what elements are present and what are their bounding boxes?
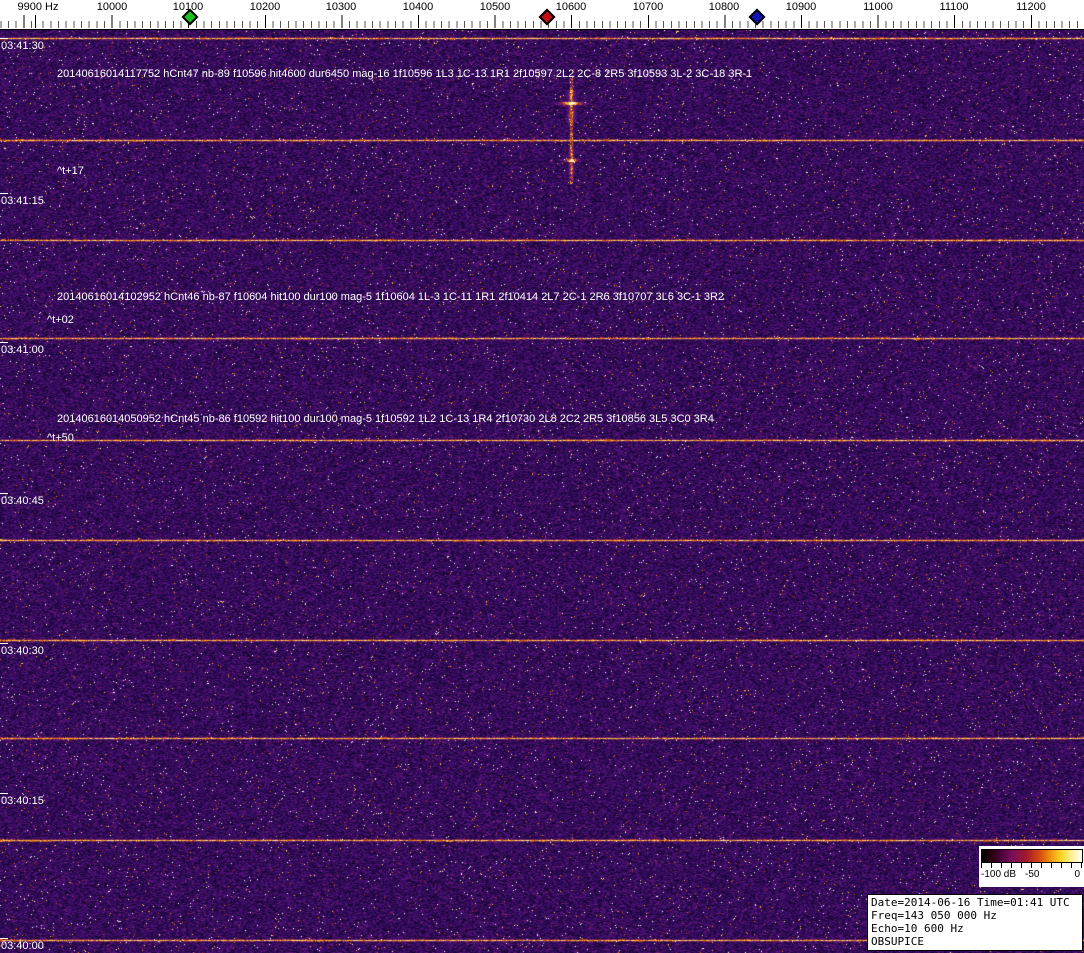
colorbar-label-mid: -50 — [1025, 869, 1040, 880]
info-frequency: Freq=143 050 000 Hz — [871, 909, 997, 922]
time-label-text: 03:41:30 — [1, 40, 44, 52]
colorbar-label-min: -100 dB — [981, 869, 1017, 880]
freq-label: 11100 — [939, 1, 969, 13]
station-info-box: Date=2014-06-16 Time=01:41 UTC Freq=143 … — [867, 894, 1083, 951]
freq-label: 10900 — [785, 1, 817, 13]
time-tick — [0, 793, 8, 794]
time-label-text: 03:40:15 — [1, 795, 44, 807]
frequency-ruler: 9900 Hz 10000 10100 10200 10300 10400 10… — [0, 0, 1084, 30]
time-label: 03:41:15 — [0, 193, 44, 207]
time-tick — [0, 193, 8, 194]
freq-label: 10700 — [632, 1, 664, 13]
detection-annotation: 20140616014102952 hCnt46 nb-87 f10604 hi… — [57, 291, 725, 303]
time-tick — [0, 643, 8, 644]
detection-annotation: 20140616014117752 hCnt47 nb-89 f10596 hi… — [57, 68, 753, 80]
time-label-text: 03:41:00 — [1, 344, 44, 356]
colorbar-panel: -100 dB -50 0 — [979, 846, 1084, 887]
time-label: 03:40:45 — [0, 493, 44, 507]
detection-time-offset: ^t+02 — [47, 314, 74, 326]
colorbar-gradient — [981, 849, 1083, 863]
freq-label: 10500 — [479, 1, 511, 13]
time-label: 03:40:00 — [0, 938, 44, 952]
time-tick — [0, 938, 8, 939]
time-label-text: 03:41:15 — [1, 195, 44, 207]
spectrogram-app-window: 9900 Hz 10000 10100 10200 10300 10400 10… — [0, 0, 1084, 953]
info-date-time: Date=2014-06-16 Time=01:41 UTC — [871, 896, 1070, 909]
time-label-text: 03:40:30 — [1, 645, 44, 657]
freq-label: 11200 — [1016, 1, 1046, 13]
freq-label: 9900 Hz — [17, 1, 59, 13]
freq-label: 10600 — [555, 1, 587, 13]
freq-label: 10300 — [325, 1, 357, 13]
freq-label: 10400 — [402, 1, 434, 13]
freq-label: 10000 — [96, 1, 128, 13]
freq-label: 11000 — [863, 1, 893, 13]
time-label: 03:40:15 — [0, 793, 44, 807]
time-tick — [0, 38, 8, 39]
info-echo: Echo=10 600 Hz — [871, 922, 964, 935]
time-tick — [0, 342, 8, 343]
time-tick — [0, 493, 8, 494]
detection-time-offset: ^t+50 — [47, 432, 74, 444]
colorbar-ticks — [981, 863, 1083, 868]
colorbar-label-max: 0 — [1074, 869, 1080, 880]
time-label-text: 03:40:45 — [1, 495, 44, 507]
detection-annotation: 20140616014050952 hCnt45 nb-86 f10592 hi… — [57, 413, 714, 425]
waterfall-spectrogram — [0, 30, 1084, 953]
info-station: OBSUPICE — [871, 935, 924, 948]
time-label: 03:41:00 — [0, 342, 44, 356]
time-label: 03:40:30 — [0, 643, 44, 657]
time-label-text: 03:40:00 — [1, 940, 44, 952]
freq-label: 10800 — [708, 1, 740, 13]
freq-label: 10200 — [249, 1, 281, 13]
detection-time-offset: ^t+17 — [57, 165, 84, 177]
time-label: 03:41:30 — [0, 38, 44, 52]
